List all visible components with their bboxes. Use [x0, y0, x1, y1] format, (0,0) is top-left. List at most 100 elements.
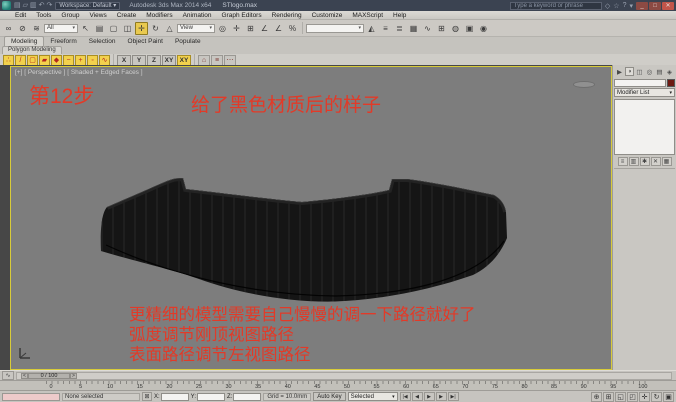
constraint-xy-button[interactable]: XY: [162, 55, 176, 66]
percent-snap-icon[interactable]: %: [286, 22, 299, 35]
reference-coordinate-dropdown[interactable]: View▾: [177, 24, 215, 33]
previous-frame-icon[interactable]: ◀: [412, 392, 423, 401]
utilities-tab-icon[interactable]: ◈: [665, 67, 674, 76]
shrink-selection-icon[interactable]: −: [63, 55, 74, 66]
paint-connect-icon[interactable]: ⋯: [224, 55, 236, 66]
next-frame-icon[interactable]: ▶: [436, 392, 447, 401]
zoom-icon[interactable]: ⊕: [591, 392, 602, 402]
next-frame-arrow[interactable]: >: [70, 373, 77, 379]
minimize-button[interactable]: _: [636, 2, 648, 10]
ribbon-tab-selection[interactable]: Selection: [83, 37, 122, 46]
menu-group[interactable]: Group: [56, 11, 84, 20]
pan-icon[interactable]: ✛: [639, 392, 650, 402]
object-color-swatch[interactable]: [667, 79, 675, 87]
current-frame-display[interactable]: 0 / 100: [28, 373, 70, 379]
window-crossing-icon[interactable]: ◫: [121, 22, 134, 35]
ribbon-tab-populate[interactable]: Populate: [169, 37, 207, 46]
render-icon[interactable]: ◉: [477, 22, 490, 35]
menu-maxscript[interactable]: MAXScript: [347, 11, 388, 20]
display-tab-icon[interactable]: ▤: [655, 67, 664, 76]
tweak-tool-icon[interactable]: ⌂: [198, 55, 210, 66]
track-bar[interactable]: 0510152025303540455055606570758085909510…: [0, 380, 676, 390]
selection-lock-icon[interactable]: ⊠: [142, 392, 152, 401]
workspace-dropdown[interactable]: Workspace: Default ▾: [55, 2, 120, 10]
bind-to-spacewarp-icon[interactable]: ≋: [30, 22, 43, 35]
help-icon[interactable]: ?: [623, 2, 627, 10]
create-tab-icon[interactable]: ▶: [615, 67, 624, 76]
app-logo-icon[interactable]: [2, 1, 11, 10]
go-to-start-icon[interactable]: |◀: [400, 392, 411, 401]
help-dropdown-icon[interactable]: ▾: [629, 2, 633, 10]
polygon-mode-icon[interactable]: ▰: [39, 55, 50, 66]
exchange-apps-icon[interactable]: ◇: [605, 2, 610, 10]
select-by-name-icon[interactable]: ▤: [93, 22, 106, 35]
constraint-z-button[interactable]: Z: [147, 55, 161, 66]
vertex-mode-icon[interactable]: ∴: [3, 55, 14, 66]
mini-curve-editor-button[interactable]: ∿: [2, 371, 14, 380]
menu-graph-editors[interactable]: Graph Editors: [217, 11, 267, 20]
menu-edit[interactable]: Edit: [10, 11, 31, 20]
menu-animation[interactable]: Animation: [178, 11, 217, 20]
redo-icon[interactable]: ↷: [47, 1, 53, 10]
ribbon-tab-modeling[interactable]: Modeling: [4, 36, 44, 46]
key-filter-dropdown[interactable]: Selected ▾: [348, 392, 398, 401]
select-and-link-icon[interactable]: ∞: [2, 22, 15, 35]
rectangular-selection-icon[interactable]: ▢: [107, 22, 120, 35]
open-file-icon[interactable]: ▱: [23, 1, 28, 10]
modifier-stack-list[interactable]: [614, 99, 675, 155]
search-input[interactable]: [510, 2, 602, 10]
menu-views[interactable]: Views: [84, 11, 111, 20]
zoom-all-icon[interactable]: ⊞: [603, 392, 614, 402]
use-pivot-center-icon[interactable]: ◎: [216, 22, 229, 35]
ribbon-tab-object-paint[interactable]: Object Paint: [122, 37, 169, 46]
rendered-frame-icon[interactable]: ▣: [463, 22, 476, 35]
loop-selection-icon[interactable]: ∿: [99, 55, 110, 66]
orbit-icon[interactable]: ↻: [651, 392, 662, 402]
maximize-viewport-icon[interactable]: ▣: [663, 392, 674, 402]
select-object-icon[interactable]: ↖: [79, 22, 92, 35]
element-mode-icon[interactable]: ◆: [51, 55, 62, 66]
maxscript-mini-listener[interactable]: [2, 393, 60, 401]
ring-selection-icon[interactable]: ◦: [87, 55, 98, 66]
zoom-extents-all-icon[interactable]: ◰: [627, 392, 638, 402]
new-scene-icon[interactable]: ▤: [14, 1, 21, 10]
previous-frame-arrow[interactable]: <: [21, 373, 28, 379]
modifier-list-dropdown[interactable]: Modifier List ▾: [614, 88, 675, 97]
constraint-x-button[interactable]: X: [117, 55, 131, 66]
named-selection-set-combo[interactable]: ▾: [306, 24, 364, 33]
modify-tab-icon[interactable]: ◑: [625, 67, 634, 76]
configure-modifier-sets-icon[interactable]: ▦: [662, 157, 672, 166]
schematic-view-icon[interactable]: ⊞: [435, 22, 448, 35]
perspective-viewport[interactable]: [+] [ Perspective ] [ Shaded + Edged Fac…: [10, 66, 612, 370]
hierarchy-tab-icon[interactable]: ◫: [635, 67, 644, 76]
maximize-button[interactable]: □: [649, 2, 661, 10]
object-name-field[interactable]: [614, 79, 666, 87]
grow-selection-icon[interactable]: +: [75, 55, 86, 66]
constraint-xy-active-button[interactable]: XY: [177, 55, 191, 66]
black-band-3d-model[interactable]: [86, 165, 531, 305]
close-button[interactable]: ✕: [662, 2, 674, 10]
constraint-y-button[interactable]: Y: [132, 55, 146, 66]
menu-help[interactable]: Help: [388, 11, 411, 20]
remove-modifier-icon[interactable]: ✕: [651, 157, 661, 166]
undo-icon[interactable]: ↶: [39, 1, 45, 10]
viewport-label[interactable]: [+] [ Perspective ] [ Shaded + Edged Fac…: [15, 69, 143, 76]
angle-snap-icon[interactable]: ∠: [272, 22, 285, 35]
show-end-result-icon[interactable]: ▥: [629, 157, 639, 166]
menu-create[interactable]: Create: [112, 11, 142, 20]
select-scale-icon[interactable]: △: [163, 22, 176, 35]
select-rotate-icon[interactable]: ↻: [149, 22, 162, 35]
keyboard-override-icon[interactable]: ⊞: [244, 22, 257, 35]
time-slider-track[interactable]: < 0 / 100 >: [16, 372, 672, 380]
curve-editor-icon[interactable]: ∿: [421, 22, 434, 35]
favorites-star-icon[interactable]: ☆: [613, 2, 619, 10]
zoom-extents-icon[interactable]: ◱: [615, 392, 626, 402]
menu-customize[interactable]: Customize: [307, 11, 348, 20]
pin-stack-icon[interactable]: ≡: [618, 157, 628, 166]
ribbon-tab-freeform[interactable]: Freeform: [44, 37, 82, 46]
make-unique-icon[interactable]: ✱: [640, 157, 650, 166]
select-move-icon[interactable]: ✛: [135, 22, 148, 35]
align-icon[interactable]: ≡: [379, 22, 392, 35]
edge-mode-icon[interactable]: /: [15, 55, 26, 66]
auto-key-button[interactable]: Auto Key: [313, 392, 345, 401]
